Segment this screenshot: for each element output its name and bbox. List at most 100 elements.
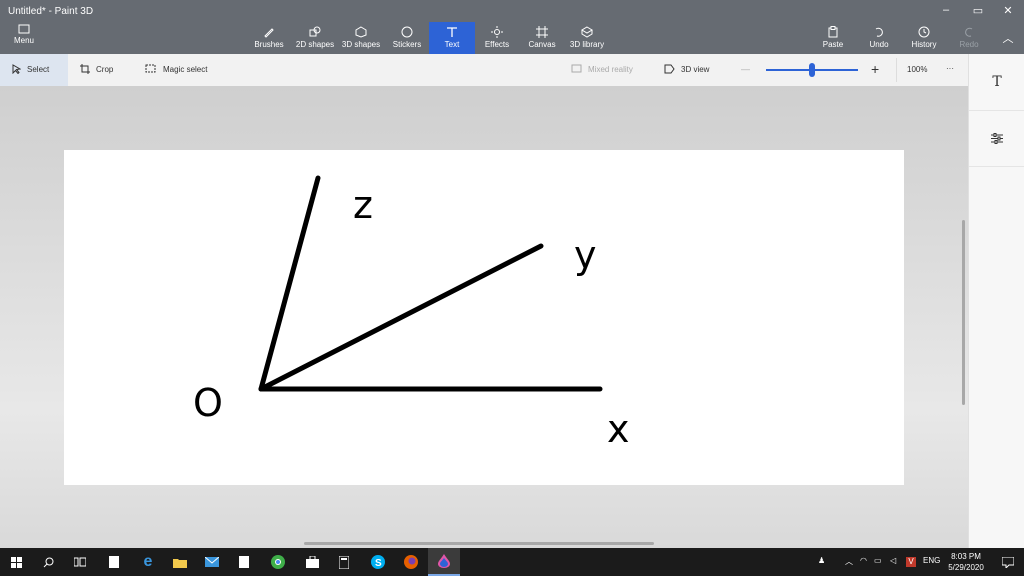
people-icon[interactable]: ♟ — [818, 556, 825, 565]
undo-label: Undo — [869, 40, 889, 49]
tool-3d-library[interactable]: 3D library — [564, 22, 610, 54]
store-icon — [305, 556, 319, 568]
search-icon — [43, 557, 53, 567]
divider — [896, 58, 897, 82]
collapse-ribbon-icon[interactable]: ︿ — [994, 30, 1022, 46]
zoom-level[interactable]: 100% — [907, 65, 927, 74]
text-icon — [447, 27, 457, 37]
tool-label: Canvas — [528, 40, 556, 49]
right-panel: T — [968, 54, 1024, 548]
document-icon — [109, 556, 119, 568]
battery-icon[interactable]: ▭ — [874, 556, 882, 565]
crop-icon — [80, 64, 90, 74]
tool-stickers[interactable]: Stickers — [384, 22, 430, 54]
3d-view-button[interactable]: 3D view — [664, 64, 709, 74]
brush-icon — [264, 28, 274, 38]
drawing-canvas[interactable]: z y O x — [64, 150, 904, 485]
taskbar-app-store[interactable] — [296, 548, 328, 576]
taskbar-app-paint3d[interactable] — [428, 548, 460, 576]
volume-icon[interactable]: ◁ — [890, 556, 896, 565]
taskbar: e S ♟ ︿ ◠ ▭ ◁ V ENG 8:03 PM 5/29/2020 — [0, 548, 1024, 576]
paste-button[interactable]: Paste — [810, 22, 856, 54]
paste-icon — [828, 26, 838, 38]
text-icon: T — [992, 74, 1002, 90]
vertical-scrollbar[interactable] — [962, 220, 965, 405]
taskbar-clock[interactable]: 8:03 PM 5/29/2020 — [940, 551, 992, 573]
select-button[interactable]: Select — [12, 64, 49, 74]
axes-drawing — [258, 175, 603, 392]
mixed-reality-label: Mixed reality — [588, 64, 633, 74]
label-x: x — [607, 407, 630, 451]
taskbar-app-calculator[interactable] — [328, 548, 360, 576]
paste-label: Paste — [822, 40, 844, 49]
tool-label: Brushes — [254, 40, 284, 49]
language-indicator[interactable]: ENG — [923, 556, 940, 565]
label-y: y — [574, 233, 597, 277]
tool-2d-shapes[interactable]: 2D shapes — [292, 22, 338, 54]
close-button[interactable]: ✕ — [994, 4, 1022, 20]
redo-label: Redo — [959, 40, 979, 49]
undo-button[interactable]: Undo — [856, 22, 902, 54]
svg-text:S: S — [375, 558, 382, 569]
tool-canvas[interactable]: Canvas — [519, 22, 565, 54]
taskbar-app-mail[interactable] — [196, 548, 228, 576]
tool-label: 2D shapes — [295, 40, 335, 49]
tool-label: Stickers — [392, 40, 422, 49]
edge-icon: e — [143, 553, 153, 570]
mail-icon — [205, 557, 219, 567]
sliders-icon — [991, 132, 1003, 144]
zoom-slider-thumb[interactable] — [809, 63, 815, 77]
redo-icon — [965, 27, 973, 37]
taskbar-app-chrome[interactable] — [262, 548, 294, 576]
task-view-button[interactable] — [64, 548, 96, 576]
undo-icon — [875, 27, 883, 37]
taskbar-app-explorer[interactable] — [164, 548, 196, 576]
folder-icon — [173, 558, 187, 568]
paint3d-icon — [438, 554, 450, 568]
taskbar-app-notepad[interactable] — [98, 548, 130, 576]
magic-select-label: Magic select — [163, 64, 208, 74]
taskbar-app-document[interactable] — [228, 548, 260, 576]
history-button[interactable]: History — [901, 22, 947, 54]
taskbar-app-edge[interactable]: e — [132, 548, 164, 576]
taskbar-app-skype[interactable]: S — [362, 548, 394, 576]
task-view-icon — [74, 557, 86, 567]
wifi-icon[interactable]: ◠ — [860, 556, 867, 565]
3d-shapes-icon — [355, 26, 367, 38]
magic-select-icon — [145, 64, 156, 73]
tool-text[interactable]: Text — [429, 22, 475, 54]
tool-3d-shapes[interactable]: 3D shapes — [338, 22, 384, 54]
menu-icon — [18, 24, 30, 34]
clock-date: 5/29/2020 — [948, 563, 984, 572]
antivirus-icon[interactable]: V — [906, 557, 916, 567]
zoom-in-button[interactable]: + — [871, 61, 879, 77]
menu-button[interactable]: Menu — [10, 24, 38, 45]
select-label: Select — [27, 64, 50, 74]
action-center-button[interactable] — [992, 548, 1024, 576]
more-options-button[interactable]: ··· — [946, 64, 954, 73]
show-hidden-icons-icon[interactable]: ︿ — [845, 556, 853, 567]
mixed-reality-icon — [571, 64, 582, 73]
minimize-button[interactable]: – — [932, 4, 960, 20]
tool-effects[interactable]: Effects — [474, 22, 520, 54]
label-origin: O — [193, 381, 223, 425]
crop-button[interactable]: Crop — [80, 64, 113, 74]
search-button[interactable] — [32, 548, 64, 576]
effects-icon — [491, 26, 503, 38]
mixed-reality-button[interactable]: Mixed reality — [571, 64, 633, 74]
magic-select-button[interactable]: Magic select — [145, 64, 207, 74]
redo-button[interactable]: Redo — [946, 22, 992, 54]
restore-button[interactable]: ▭ — [964, 4, 992, 20]
settings-panel-button[interactable] — [969, 110, 1024, 167]
history-label: History — [911, 40, 937, 49]
tool-label: 3D library — [569, 40, 605, 49]
notification-icon — [1002, 556, 1014, 568]
zoom-out-button[interactable]: — — [741, 64, 750, 74]
horizontal-scrollbar[interactable] — [304, 542, 654, 545]
tool-label: Text — [444, 40, 460, 49]
stickers-icon — [401, 26, 413, 38]
tool-brushes[interactable]: Brushes — [246, 22, 292, 54]
start-button[interactable] — [0, 548, 32, 576]
text-panel-button[interactable]: T — [969, 54, 1024, 111]
taskbar-app-firefox[interactable] — [395, 548, 427, 576]
